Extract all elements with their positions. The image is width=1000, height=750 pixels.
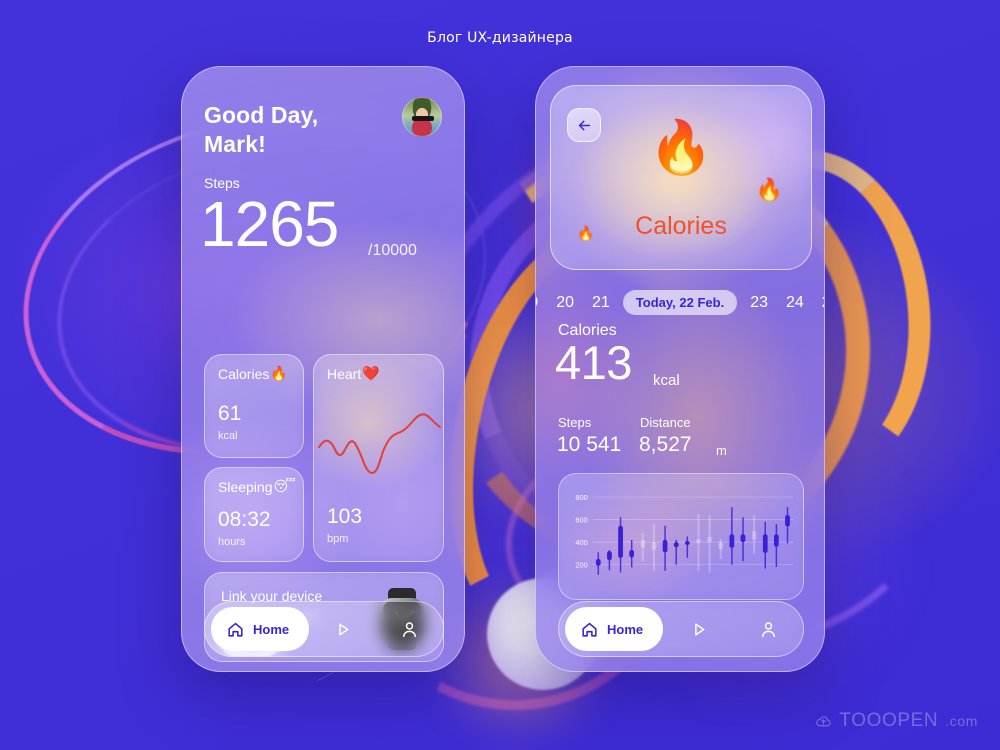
background-decoration xyxy=(0,0,1000,750)
nav-profile-button[interactable] xyxy=(376,619,443,640)
candlestick-chart: 200 400 600 800 xyxy=(575,493,794,575)
nav-profile-button[interactable] xyxy=(733,619,803,640)
date-item-21[interactable]: 21 xyxy=(583,294,619,312)
card-calories[interactable]: Calories 🔥 61 kcal xyxy=(204,354,304,458)
cloud-upload-icon xyxy=(816,715,832,726)
steps-goal: /10000 xyxy=(368,242,417,259)
greeting-line-2: Mark! xyxy=(204,130,266,157)
heart-icon: ❤️ xyxy=(362,366,380,382)
nav-home-label: Home xyxy=(607,621,644,637)
card-calories-value: 61 xyxy=(218,402,242,425)
sleeping-face-icon: 😴 xyxy=(273,479,296,495)
phone-screen-calories: 🔥 🔥 🔥 Calories 19 20 21 Today, 22 Feb. 2… xyxy=(535,66,825,672)
fire-icon-medium: 🔥 xyxy=(755,178,783,203)
date-selector: 19 20 21 Today, 22 Feb. 23 24 25 xyxy=(536,290,824,315)
card-sleeping-value: 08:32 xyxy=(218,508,271,531)
svg-text:400: 400 xyxy=(575,538,587,547)
page-title: Блог UX-дизайнера xyxy=(427,30,573,46)
card-calories-title: Calories 🔥 xyxy=(218,366,288,382)
watermark-text: TOOOPEN xyxy=(839,710,939,731)
card-sleeping-unit: hours xyxy=(218,536,246,548)
calories-unit: kcal xyxy=(653,372,680,389)
nav-home-button[interactable]: Home xyxy=(211,607,310,651)
steps-label: Steps xyxy=(558,415,592,430)
nav-activity-button[interactable] xyxy=(309,619,376,640)
date-item-20[interactable]: 20 xyxy=(547,294,583,312)
steps-value: 10 541 xyxy=(557,433,622,456)
nav-home-button[interactable]: Home xyxy=(565,607,664,651)
date-item-23[interactable]: 23 xyxy=(741,294,777,312)
card-heart-unit: bpm xyxy=(327,533,349,545)
card-heart-label: Heart xyxy=(327,366,362,382)
distance-unit: m xyxy=(716,443,727,458)
card-heart-title: Heart ❤️ xyxy=(327,366,380,382)
back-button[interactable] xyxy=(567,108,601,142)
date-item-19[interactable]: 19 xyxy=(536,294,547,312)
calories-chart-card[interactable]: 200 400 600 800 xyxy=(558,473,804,600)
card-heart[interactable]: Heart ❤️ 103 bpm xyxy=(313,354,444,562)
date-item-25[interactable]: 25 xyxy=(813,294,824,312)
svg-text:800: 800 xyxy=(575,493,587,502)
bottom-nav-right: Home xyxy=(558,601,804,657)
card-sleeping-title: Sleeping 😴 xyxy=(218,479,296,495)
svg-text:200: 200 xyxy=(575,560,587,569)
card-sleeping[interactable]: Sleeping 😴 08:32 hours xyxy=(204,467,304,562)
play-icon xyxy=(339,623,349,635)
heart-rate-sparkline xyxy=(317,413,442,475)
calories-value: 413 xyxy=(555,336,632,389)
arrow-left-icon xyxy=(578,120,590,130)
date-item-today[interactable]: Today, 22 Feb. xyxy=(622,290,738,315)
card-heart-value: 103 xyxy=(327,505,363,528)
date-item-24[interactable]: 24 xyxy=(777,294,813,312)
card-calories-label: Calories xyxy=(218,366,270,382)
home-icon xyxy=(582,622,597,637)
play-icon xyxy=(694,623,705,635)
svg-text:600: 600 xyxy=(575,515,587,524)
steps-value: 1265 xyxy=(200,188,339,260)
avatar[interactable] xyxy=(402,97,442,137)
distance-label: Distance xyxy=(640,415,691,430)
nav-activity-button[interactable] xyxy=(663,619,733,640)
fire-icon-large: 🔥 xyxy=(648,118,714,178)
avatar-sunglasses-icon xyxy=(412,116,434,121)
bottom-nav-left: Home xyxy=(204,601,444,657)
greeting-heading: Good Day, Mark! xyxy=(204,101,318,159)
distance-value: 8,527 xyxy=(639,433,692,456)
home-icon xyxy=(228,622,243,637)
fire-icon: 🔥 xyxy=(270,366,288,382)
nav-home-label: Home xyxy=(253,621,290,637)
watermark: TOOOPEN .com xyxy=(815,710,978,732)
profile-icon xyxy=(761,621,775,637)
card-calories-unit: kcal xyxy=(218,430,238,442)
phone-screen-home: Good Day, Mark! Steps 1265 /10000 Calori… xyxy=(181,66,465,672)
card-sleeping-label: Sleeping xyxy=(218,479,273,495)
hero-calories-panel: 🔥 🔥 🔥 Calories xyxy=(550,85,812,270)
hero-title: Calories xyxy=(635,212,727,240)
watermark-suffix: .com xyxy=(945,713,978,729)
profile-icon xyxy=(403,621,416,637)
greeting-line-1: Good Day, xyxy=(204,102,319,128)
